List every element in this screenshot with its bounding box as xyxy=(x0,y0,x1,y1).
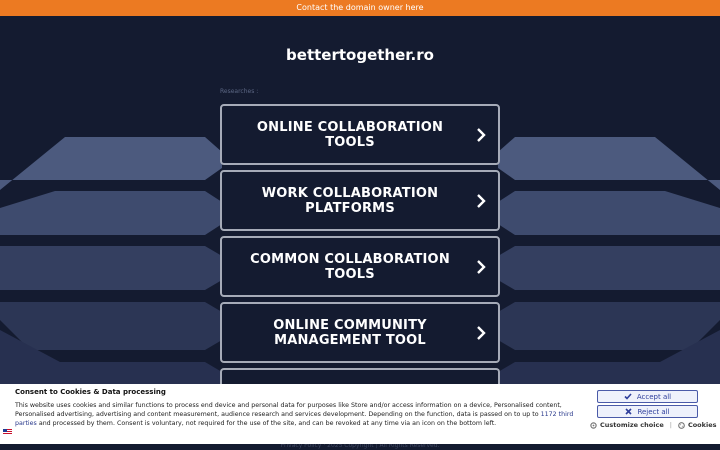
reject-all-button[interactable]: Reject all xyxy=(597,405,698,418)
flag-icon[interactable] xyxy=(3,429,12,435)
site-domain-title: bettertogether.ro xyxy=(286,46,434,64)
x-icon xyxy=(625,408,633,415)
chevron-right-icon xyxy=(477,325,486,340)
contact-owner-bar[interactable]: Contact the domain owner here xyxy=(0,0,720,16)
check-icon xyxy=(624,393,632,400)
search-card-common-collaboration-tools[interactable]: COMMON COLLABORATION TOOLS xyxy=(220,236,500,297)
consent-links: Customize choice | Cookies xyxy=(590,421,716,429)
search-card-online-community-management-tool[interactable]: ONLINE COMMUNITY MANAGEMENT TOOL xyxy=(220,302,500,363)
consent-title: Consent to Cookies & Data processing xyxy=(15,388,166,396)
consent-text: This website uses cookies and similar fu… xyxy=(15,401,587,428)
chevron-right-icon xyxy=(477,127,486,142)
consent-text-part: and processed by them. Consent is volunt… xyxy=(36,420,497,427)
cookie-icon xyxy=(678,421,685,429)
card-label: WORK COLLABORATION PLATFORMS xyxy=(261,185,439,216)
consent-text-part: This website uses cookies and similar fu… xyxy=(15,402,562,418)
customize-choice-link[interactable]: Customize choice xyxy=(600,421,664,429)
card-label: COMMON COLLABORATION TOOLS xyxy=(250,251,450,282)
search-card-work-collaboration-platforms[interactable]: WORK COLLABORATION PLATFORMS xyxy=(220,170,500,231)
cookies-link[interactable]: Cookies xyxy=(688,421,717,429)
chevron-right-icon xyxy=(477,193,486,208)
card-label: ONLINE COMMUNITY MANAGEMENT TOOL xyxy=(273,317,427,348)
search-card-online-collaboration-tools[interactable]: ONLINE COLLABORATION TOOLS xyxy=(220,104,500,165)
chevron-right-icon xyxy=(477,259,486,274)
separator: | xyxy=(669,421,672,429)
accept-all-button[interactable]: Accept all xyxy=(597,390,698,403)
gear-icon xyxy=(590,421,597,429)
card-label: ONLINE COLLABORATION TOOLS xyxy=(256,119,444,150)
reject-all-label: Reject all xyxy=(637,407,670,416)
accept-all-label: Accept all xyxy=(636,392,672,401)
researches-label: Researches : xyxy=(220,88,259,95)
